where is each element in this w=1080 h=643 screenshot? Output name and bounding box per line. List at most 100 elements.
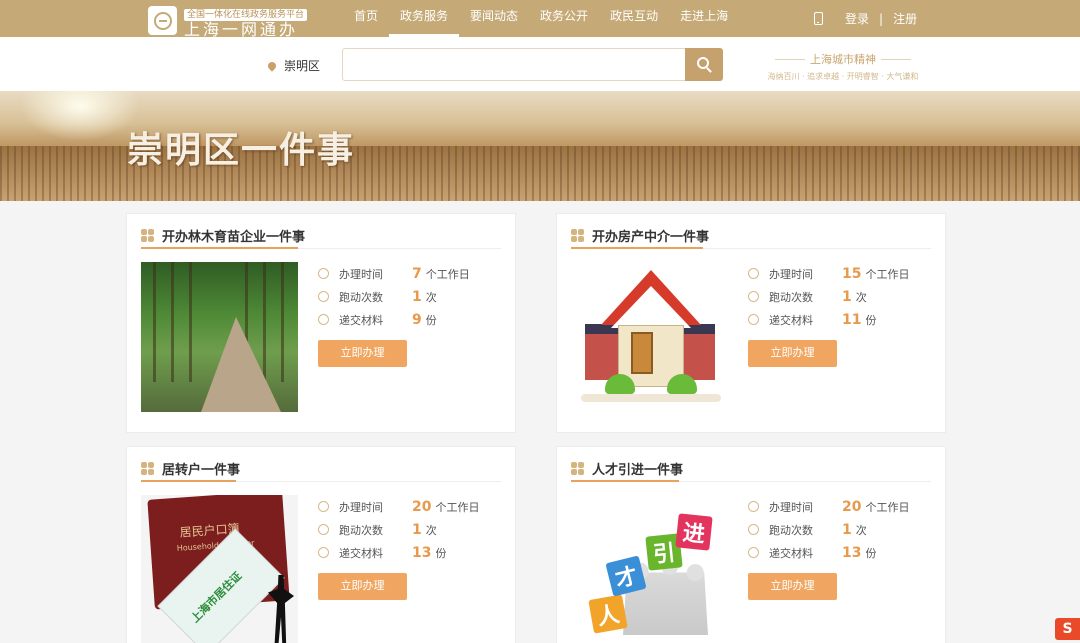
trips-icon (748, 291, 759, 302)
location-label: 崇明区 (284, 59, 321, 73)
apply-now-button[interactable]: 立即办理 (748, 573, 837, 600)
card-divider (571, 247, 931, 249)
time-value: 20 (412, 498, 432, 515)
materials-unit: 份 (865, 546, 877, 560)
trips-value: 1 (842, 288, 852, 305)
trips-unit: 次 (855, 290, 867, 304)
materials-label: 递交材料 (339, 546, 383, 560)
trips-value: 1 (412, 521, 422, 538)
location-selector[interactable]: 崇明区 (266, 57, 321, 74)
trips-value: 1 (842, 521, 852, 538)
card-image-house[interactable] (571, 262, 728, 412)
city-spirit-title: 上海城市精神 (762, 51, 924, 67)
materials-value: 9 (412, 311, 422, 328)
auth-links: 登录 | 注册 (814, 0, 917, 37)
mobile-phone-icon[interactable] (814, 12, 823, 25)
block-ren: 人 (588, 594, 628, 634)
page-title: 崇明区一件事 (127, 130, 356, 171)
logo-icon (148, 6, 177, 35)
time-label: 办理时间 (339, 500, 383, 514)
materials-unit: 份 (865, 313, 877, 327)
service-card: 开办房产中介一件事 办理时间 15 个工作日 跑动次数 1 次 递交材料 11 份 立即办理 (556, 213, 946, 433)
card-title[interactable]: 人才引进一件事 (592, 459, 683, 478)
materials-icon (318, 547, 329, 558)
register-link[interactable]: 注册 (893, 10, 917, 27)
time-label: 办理时间 (769, 267, 813, 281)
trips-icon (318, 291, 329, 302)
apply-now-button[interactable]: 立即办理 (748, 340, 837, 367)
site-logo[interactable]: 全国一体化在线政务服务平台 上海一网通办 (148, 2, 308, 39)
card-divider (141, 247, 501, 249)
search-button[interactable] (685, 48, 723, 81)
main-nav: 首页 政务服务 要闻动态 政务公开 政民互动 走进上海 (343, 0, 739, 37)
materials-icon (748, 314, 759, 325)
card-image-talent[interactable]: 人 才 引 进 (571, 495, 728, 643)
login-link[interactable]: 登录 (845, 10, 869, 27)
materials-unit: 份 (435, 546, 447, 560)
service-card: 居转户一件事 居民户口簿 Household Register 上海市居住证 办… (126, 446, 516, 643)
trips-unit: 次 (855, 523, 867, 537)
block-jin: 进 (675, 513, 713, 551)
grid-icon (141, 461, 154, 475)
time-unit: 个工作日 (865, 500, 910, 514)
materials-label: 递交材料 (769, 546, 813, 560)
trips-value: 1 (412, 288, 422, 305)
search-icon (696, 57, 709, 69)
time-unit: 个工作日 (435, 500, 480, 514)
time-unit: 个工作日 (865, 267, 910, 281)
clock-icon (318, 268, 329, 279)
service-card: 开办林木育苗企业一件事 办理时间 7 个工作日 跑动次数 1 次 递交材料 9 份 立即办理 (126, 213, 516, 433)
nav-about-shanghai[interactable]: 走进上海 (669, 0, 739, 37)
auth-separator: | (879, 11, 884, 26)
time-label: 办理时间 (769, 500, 813, 514)
trips-label: 跑动次数 (339, 290, 383, 304)
grid-icon (571, 461, 584, 475)
clock-icon (318, 501, 329, 512)
clock-icon (748, 501, 759, 512)
sun-glow (20, 91, 140, 141)
trips-label: 跑动次数 (339, 523, 383, 537)
materials-label: 递交材料 (339, 313, 383, 327)
trips-icon (748, 524, 759, 535)
time-unit: 个工作日 (425, 267, 470, 281)
city-spirit: 上海城市精神 海纳百川 · 追求卓越 · 开明睿智 · 大气谦和 (762, 51, 924, 82)
apply-now-button[interactable]: 立即办理 (318, 340, 407, 367)
card-image-household-register[interactable]: 居民户口簿 Household Register 上海市居住证 (141, 495, 298, 643)
grid-icon (141, 228, 154, 242)
trips-label: 跑动次数 (769, 290, 813, 304)
card-divider (141, 480, 501, 482)
time-label: 办理时间 (339, 267, 383, 281)
trips-unit: 次 (425, 290, 437, 304)
time-value: 15 (842, 265, 862, 282)
card-title[interactable]: 居转户一件事 (162, 459, 240, 478)
clock-icon (748, 268, 759, 279)
trips-label: 跑动次数 (769, 523, 813, 537)
nav-home[interactable]: 首页 (343, 0, 389, 37)
apply-now-button[interactable]: 立即办理 (318, 573, 407, 600)
nav-news[interactable]: 要闻动态 (459, 0, 529, 37)
materials-value: 13 (842, 544, 862, 561)
card-divider (571, 480, 931, 482)
card-image-forest[interactable] (141, 262, 298, 412)
materials-unit: 份 (425, 313, 437, 327)
card-title[interactable]: 开办房产中介一件事 (592, 226, 709, 245)
page-banner: 崇明区一件事 (0, 91, 1080, 201)
materials-value: 11 (842, 311, 862, 328)
nav-gov-disclosure[interactable]: 政务公开 (529, 0, 599, 37)
materials-icon (318, 314, 329, 325)
residence-permit-label: 上海市居住证 (188, 569, 245, 626)
location-pin-icon (266, 59, 278, 72)
ime-badge-icon[interactable]: S (1055, 618, 1080, 640)
time-value: 7 (412, 265, 422, 282)
nav-interaction[interactable]: 政民互动 (599, 0, 669, 37)
materials-value: 13 (412, 544, 432, 561)
trips-unit: 次 (425, 523, 437, 537)
nav-government-services[interactable]: 政务服务 (389, 0, 460, 37)
materials-label: 递交材料 (769, 313, 813, 327)
service-card: 人才引进一件事 人 才 引 进 办理时间 20 个工作日 跑动次数 1 次 递交材料 13… (556, 446, 946, 643)
card-title[interactable]: 开办林木育苗企业一件事 (162, 226, 305, 245)
materials-icon (748, 547, 759, 558)
search-input[interactable] (342, 48, 686, 81)
top-navigation-bar: 全国一体化在线政务服务平台 上海一网通办 首页 政务服务 要闻动态 政务公开 政… (0, 0, 1080, 39)
time-value: 20 (842, 498, 862, 515)
